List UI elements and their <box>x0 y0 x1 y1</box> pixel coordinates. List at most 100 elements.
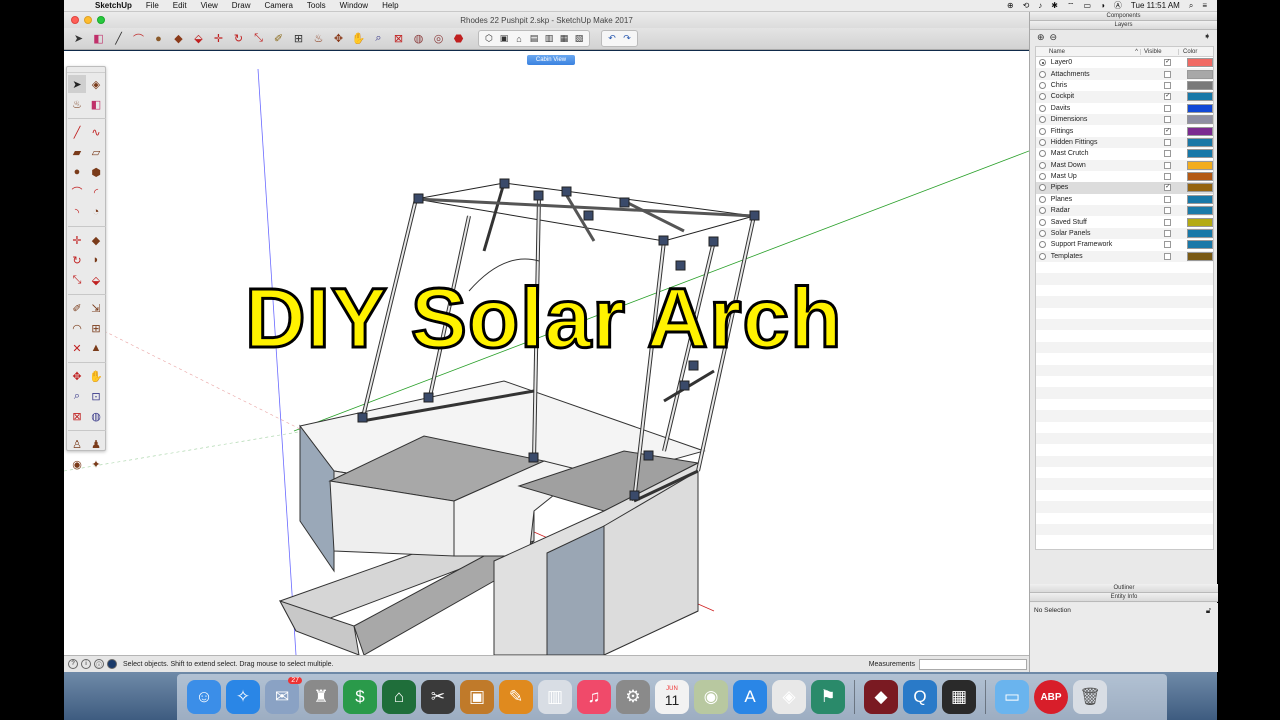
status-icon[interactable]: ⊕ <box>1007 1 1014 10</box>
circle-icon[interactable]: ● <box>68 163 86 181</box>
help-icon[interactable]: ? <box>68 659 78 669</box>
layer-visible-checkbox[interactable]: ✓ <box>1164 184 1172 192</box>
zoom-extents-icon[interactable]: ⊠ <box>390 30 407 47</box>
banking-icon[interactable]: ⌂ <box>382 680 416 714</box>
menu-camera[interactable]: Camera <box>257 1 299 10</box>
layer-visible-checkbox[interactable] <box>1164 195 1172 203</box>
numbers-icon[interactable]: ▥ <box>538 680 572 714</box>
line-icon[interactable]: ╱ <box>68 123 86 141</box>
active-layer-radio[interactable] <box>1039 93 1046 101</box>
adblock-plus-icon[interactable]: ABP <box>1034 680 1068 714</box>
rotate-icon[interactable]: ↻ <box>68 251 86 269</box>
final-cut-icon[interactable]: ✂ <box>421 680 455 714</box>
layer-visible-checkbox[interactable] <box>1164 81 1172 89</box>
active-layer-radio[interactable] <box>1039 230 1046 238</box>
layer-visible-checkbox[interactable]: ✓ <box>1164 59 1172 67</box>
pages-icon[interactable]: ✎ <box>499 680 533 714</box>
paint-bucket-tool-icon[interactable]: ♨ <box>310 30 327 47</box>
active-layer-radio[interactable] <box>1039 81 1046 89</box>
orbit-tool-icon[interactable]: ✥ <box>330 30 347 47</box>
active-layer-radio[interactable] <box>1039 104 1046 112</box>
layer-visible-checkbox[interactable]: ✓ <box>1164 93 1172 101</box>
layer-visible-checkbox[interactable] <box>1164 70 1172 78</box>
layer-name[interactable]: Mast Down <box>1051 162 1159 169</box>
active-layer-radio[interactable] <box>1039 150 1046 158</box>
delete-layer-icon[interactable]: ⊖ <box>1050 32 1058 43</box>
layer-name[interactable]: Chris <box>1051 82 1159 89</box>
layer-visible-checkbox[interactable] <box>1164 138 1172 146</box>
menu-draw[interactable]: Draw <box>225 1 258 10</box>
sketchup-icon[interactable]: ◈ <box>772 680 806 714</box>
layers-menu-icon[interactable]: ➧ <box>1203 31 1211 42</box>
layer-name[interactable]: Mast Crutch <box>1051 150 1159 157</box>
active-layer-radio[interactable] <box>1039 173 1046 181</box>
active-layer-radio[interactable] <box>1039 218 1046 226</box>
pan-tool-icon[interactable]: ✋ <box>350 30 367 47</box>
layer-row[interactable]: Radar <box>1036 205 1213 217</box>
back-view-icon[interactable]: ▥ <box>542 32 556 45</box>
layer-color-swatch[interactable] <box>1187 160 1213 170</box>
active-layer-radio[interactable] <box>1039 116 1046 124</box>
walk-icon[interactable]: ♟ <box>87 435 105 453</box>
paint-bucket-icon[interactable]: ♨ <box>68 95 86 113</box>
offset-tool-icon[interactable]: ⬙ <box>190 30 207 47</box>
quicktime-icon[interactable]: Q <box>903 680 937 714</box>
layer-row[interactable]: Solar Panels <box>1036 227 1213 240</box>
menu-file[interactable]: File <box>139 1 166 10</box>
menu-tools[interactable]: Tools <box>300 1 333 10</box>
previous-view-icon[interactable]: ◍ <box>87 407 105 425</box>
push-pull-tool-icon[interactable]: ◆ <box>170 30 187 47</box>
col-visible-header[interactable]: Visible <box>1140 48 1178 55</box>
scene-tab-cabin-view[interactable]: Cabin View <box>527 55 575 65</box>
layers-panel-header[interactable]: Layers <box>1030 21 1217 30</box>
zoom-window-icon[interactable]: ⊡ <box>87 387 105 405</box>
volume-icon[interactable]: ♪ <box>1038 1 1042 10</box>
freehand-icon[interactable]: ∿ <box>87 123 105 141</box>
downloads-folder-icon[interactable]: ▭ <box>995 680 1029 714</box>
text-tool-icon[interactable]: ⊞ <box>290 30 307 47</box>
protractor-icon[interactable]: ◠ <box>68 319 86 337</box>
layer-row[interactable]: Planes <box>1036 194 1213 205</box>
three-point-arc-icon[interactable]: ◝ <box>68 203 86 221</box>
bottom-view-icon[interactable]: ▧ <box>572 32 586 45</box>
active-layer-radio[interactable] <box>1039 252 1046 260</box>
entity-info-panel-header[interactable]: Entity Info <box>1030 593 1218 602</box>
layer-name[interactable]: Planes <box>1051 196 1159 203</box>
layer-row[interactable]: Mast Up <box>1036 171 1213 182</box>
layer-name[interactable]: Attachments <box>1051 71 1159 78</box>
redo-icon[interactable]: ↷ <box>620 32 634 45</box>
zoom-extents-icon[interactable]: ⊠ <box>68 407 86 425</box>
menu-view[interactable]: View <box>194 1 225 10</box>
layer-row[interactable]: Templates <box>1036 250 1213 263</box>
extension-warehouse-icon[interactable]: ⬣ <box>450 30 467 47</box>
move-tool-icon[interactable]: ✛ <box>210 30 227 47</box>
axes-icon[interactable]: ✕ <box>68 339 86 357</box>
clock[interactable]: Tue 11:51 AM <box>1131 1 1180 10</box>
active-layer-radio[interactable] <box>1039 195 1046 203</box>
active-layer-radio[interactable] <box>1039 161 1046 169</box>
layer-name[interactable]: Layer0 <box>1051 59 1158 66</box>
share-model-icon[interactable]: ◎ <box>430 30 447 47</box>
layer-color-swatch[interactable] <box>1187 69 1213 79</box>
layer-visible-checkbox[interactable] <box>1164 104 1172 112</box>
maps-icon[interactable]: ◉ <box>694 680 728 714</box>
active-layer-radio[interactable] <box>1039 127 1046 135</box>
menu-sketchup[interactable]: SketchUp <box>88 1 139 10</box>
dimension-icon[interactable]: ⇲ <box>87 299 105 317</box>
menu-help[interactable]: Help <box>375 1 405 10</box>
undo-icon[interactable]: ↶ <box>605 32 619 45</box>
shape-tool-icon[interactable]: ● <box>150 30 167 47</box>
app-store-icon[interactable]: A <box>733 680 767 714</box>
layer-color-swatch[interactable] <box>1187 172 1213 182</box>
battery-icon[interactable]: ◑ <box>1100 1 1105 10</box>
time-machine-icon[interactable]: ⟲ <box>1023 1 1030 10</box>
right-view-icon[interactable]: ▤ <box>527 32 541 45</box>
layer-name[interactable]: Dimensions <box>1051 116 1159 123</box>
bluetooth-icon[interactable]: ✱ <box>1051 1 1058 10</box>
warehouse-icon[interactable]: ◍ <box>410 30 427 47</box>
layer-color-swatch[interactable] <box>1187 58 1213 68</box>
layer-row[interactable]: Mast Down <box>1036 159 1213 171</box>
spotlight-icon[interactable]: ⌕ <box>1189 1 1193 11</box>
layer-visible-checkbox[interactable]: ✓ <box>1164 127 1172 135</box>
mail-stamps-icon[interactable]: ✉ 27 <box>265 677 302 714</box>
